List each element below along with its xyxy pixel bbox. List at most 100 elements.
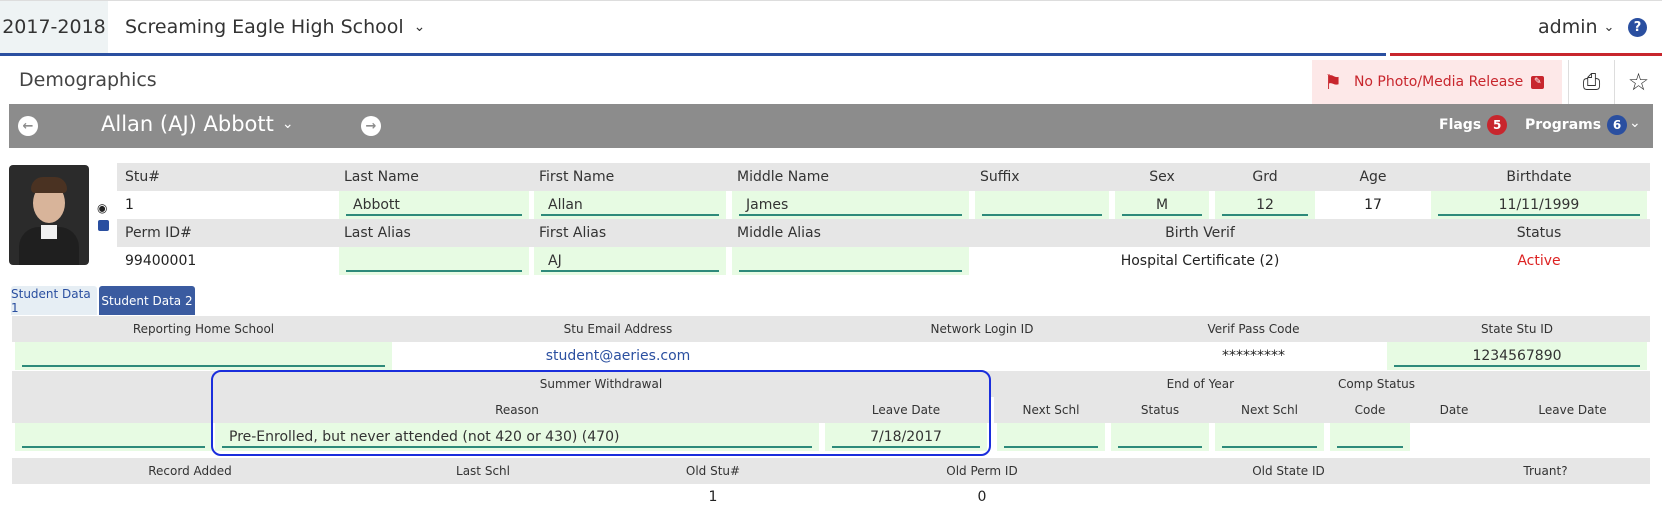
previous-student-button[interactable]: ←	[18, 116, 38, 136]
first-name-field[interactable]: Allan	[534, 191, 726, 219]
header-comp-status: Comp Status	[1258, 371, 1495, 397]
withdrawal-leave-date-field[interactable]: 7/18/2017	[825, 423, 987, 451]
flags-button[interactable]: Flags 5	[1439, 115, 1508, 135]
sex-field[interactable]: M	[1115, 191, 1209, 219]
reporting-school-sub-field[interactable]	[15, 423, 212, 451]
state-stu-id-field[interactable]: 1234567890	[1387, 342, 1647, 370]
header-eoy-status: Status	[1108, 397, 1212, 423]
header-reason: Reason	[212, 397, 822, 423]
old-state-id-value	[1136, 484, 1441, 510]
age-value: 17	[1318, 191, 1428, 219]
suffix-field[interactable]	[975, 191, 1109, 219]
last-schl-value	[368, 484, 598, 510]
star-icon: ☆	[1627, 68, 1650, 96]
last-name-field[interactable]: Abbott	[339, 191, 529, 219]
edit-icon[interactable]: ✎	[1531, 75, 1545, 89]
record-added-value	[12, 484, 368, 510]
header-reporting-home-school: Reporting Home School	[12, 316, 395, 342]
last-name-value: Abbott	[353, 197, 400, 213]
header-old-state-id: Old State ID	[1136, 458, 1441, 484]
network-login-value	[841, 342, 1123, 370]
print-button[interactable]: ⎙	[1568, 60, 1614, 104]
header-age: Age	[1318, 163, 1428, 191]
print-icon: ⎙	[1582, 69, 1601, 95]
document-icon[interactable]	[98, 220, 109, 231]
header-stu-email: Stu Email Address	[395, 316, 841, 342]
header-comp-code: Code	[1327, 397, 1413, 423]
header-sex: Sex	[1112, 163, 1212, 191]
withdrawal-reason-field[interactable]: Pre-Enrolled, but never attended (not 42…	[215, 423, 819, 451]
arrow-right-icon: →	[365, 118, 377, 134]
top-divider-blue	[0, 53, 1386, 56]
header-old-perm-id: Old Perm ID	[828, 458, 1136, 484]
header-stu-number: Stu#	[117, 163, 336, 191]
header-last-schl: Last Schl	[368, 458, 598, 484]
programs-count-badge: 6	[1607, 115, 1628, 135]
eoy-next-schl-field[interactable]	[1215, 423, 1324, 451]
header-last-alias: Last Alias	[336, 219, 531, 247]
header-comp-date: Date	[1413, 397, 1495, 423]
old-perm-id-value: 0	[828, 484, 1136, 510]
school-year-selector[interactable]: 2017-2018	[0, 1, 108, 53]
eoy-status-field[interactable]	[1111, 423, 1209, 451]
tab-student-data-1[interactable]: Student Data 1	[11, 286, 97, 315]
student-name: Allan (AJ) Abbott	[101, 112, 274, 136]
programs-label: Programs	[1525, 117, 1602, 133]
stu-number-value: 1	[117, 191, 336, 219]
programs-button[interactable]: Programs 6	[1525, 115, 1628, 135]
student-selector[interactable]: Allan (AJ) Abbott ⌄	[101, 112, 294, 136]
header-grade: Grd	[1212, 163, 1318, 191]
header-summer-withdrawal: Summer Withdrawal	[212, 371, 990, 397]
header-first-alias: First Alias	[531, 219, 729, 247]
photo-release-flag[interactable]: ⚑ No Photo/Media Release ✎	[1312, 60, 1562, 104]
withdrawal-leave-date-value: 7/18/2017	[870, 429, 942, 445]
header-last-name: Last Name	[336, 163, 531, 191]
reporting-home-school-field[interactable]	[15, 342, 392, 370]
header-record-added: Record Added	[12, 458, 368, 484]
chevron-down-icon: ⌄	[281, 116, 294, 132]
next-schl-field[interactable]	[997, 423, 1105, 451]
grade-field[interactable]: 12	[1215, 191, 1315, 219]
comp-code-field[interactable]	[1330, 423, 1410, 451]
last-alias-field[interactable]	[339, 247, 529, 275]
header-birth-verif: Birth Verif	[972, 219, 1428, 247]
user-menu[interactable]: admin ⌄	[1538, 1, 1614, 53]
header-leave-date-2: Leave Date	[1495, 397, 1650, 423]
first-alias-value: AJ	[548, 253, 562, 269]
comp-date-value	[1413, 423, 1495, 451]
header-empty-left	[12, 371, 212, 397]
middle-alias-field[interactable]	[732, 247, 969, 275]
user-name: admin	[1538, 16, 1598, 38]
header-end-of-year: End of Year	[990, 371, 1258, 397]
header-eoy-next-schl: Next Schl	[1212, 397, 1327, 423]
middle-name-field[interactable]: James	[732, 191, 969, 219]
grade-value: 12	[1256, 197, 1274, 213]
header-leave-date: Leave Date	[822, 397, 990, 423]
header-state-stu-id: State Stu ID	[1384, 316, 1650, 342]
middle-name-value: James	[746, 197, 789, 213]
favorite-button[interactable]: ☆	[1614, 60, 1662, 104]
camera-icon[interactable]: ◉	[97, 201, 107, 215]
header-first-name: First Name	[531, 163, 729, 191]
header-birthdate: Birthdate	[1428, 163, 1650, 191]
student-photo[interactable]	[9, 165, 89, 265]
first-alias-field[interactable]: AJ	[534, 247, 726, 275]
birthdate-field[interactable]: 11/11/1999	[1431, 191, 1647, 219]
birth-verif-value: Hospital Certificate (2)	[972, 247, 1428, 275]
help-icon[interactable]: ?	[1628, 18, 1647, 37]
header-verif-pass-code: Verif Pass Code	[1123, 316, 1384, 342]
header-perm-id: Perm ID#	[117, 219, 336, 247]
truant-value	[1441, 484, 1650, 510]
school-selector[interactable]: Screaming Eagle High School ⌄	[125, 1, 425, 53]
chevron-down-icon[interactable]: ⌄	[1629, 115, 1641, 131]
photo-release-label: No Photo/Media Release	[1353, 74, 1524, 90]
tab-student-data-2[interactable]: Student Data 2	[99, 286, 195, 315]
flag-icon: ⚑	[1324, 70, 1342, 94]
withdrawal-reason-value: Pre-Enrolled, but never attended (not 42…	[229, 429, 620, 445]
old-stu-value: 1	[598, 484, 828, 510]
chevron-down-icon: ⌄	[1603, 19, 1615, 35]
header-middle-alias: Middle Alias	[729, 219, 972, 247]
next-student-button[interactable]: →	[361, 116, 381, 136]
top-bar: 2017-2018 Screaming Eagle High School ⌄ …	[0, 0, 1662, 56]
header-old-stu: Old Stu#	[598, 458, 828, 484]
